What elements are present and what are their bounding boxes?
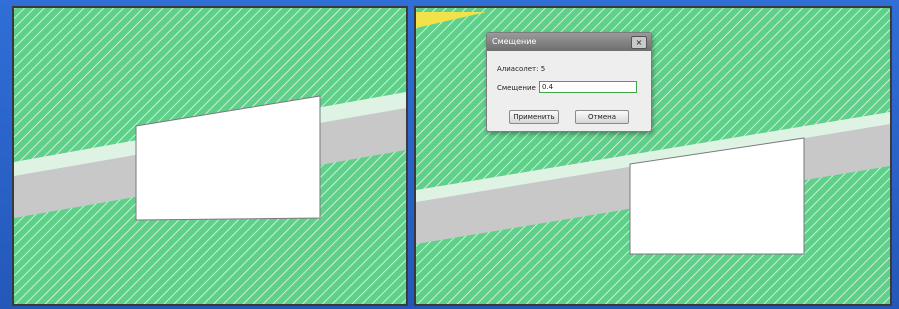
apply-button[interactable]: Применить: [509, 110, 559, 124]
cancel-button[interactable]: Отмена: [575, 110, 629, 124]
offset-dialog: Смещение × Алиасолет: 5 Смещение 0.4 При…: [486, 32, 652, 132]
offset-label: Смещение: [497, 84, 536, 92]
alias-row: Алиасолет: 5: [497, 65, 545, 73]
map-panel-before: [12, 6, 408, 306]
map-panel-after: Смещение × Алиасолет: 5 Смещение 0.4 При…: [414, 6, 892, 306]
offset-input[interactable]: 0.4: [539, 81, 637, 93]
alias-label: Алиасолет:: [497, 65, 539, 73]
close-icon[interactable]: ×: [631, 36, 647, 49]
dialog-title: Смещение: [492, 37, 537, 46]
alias-value: 5: [540, 65, 546, 73]
dialog-titlebar: Смещение ×: [487, 33, 651, 51]
map-canvas-before: [14, 8, 406, 304]
